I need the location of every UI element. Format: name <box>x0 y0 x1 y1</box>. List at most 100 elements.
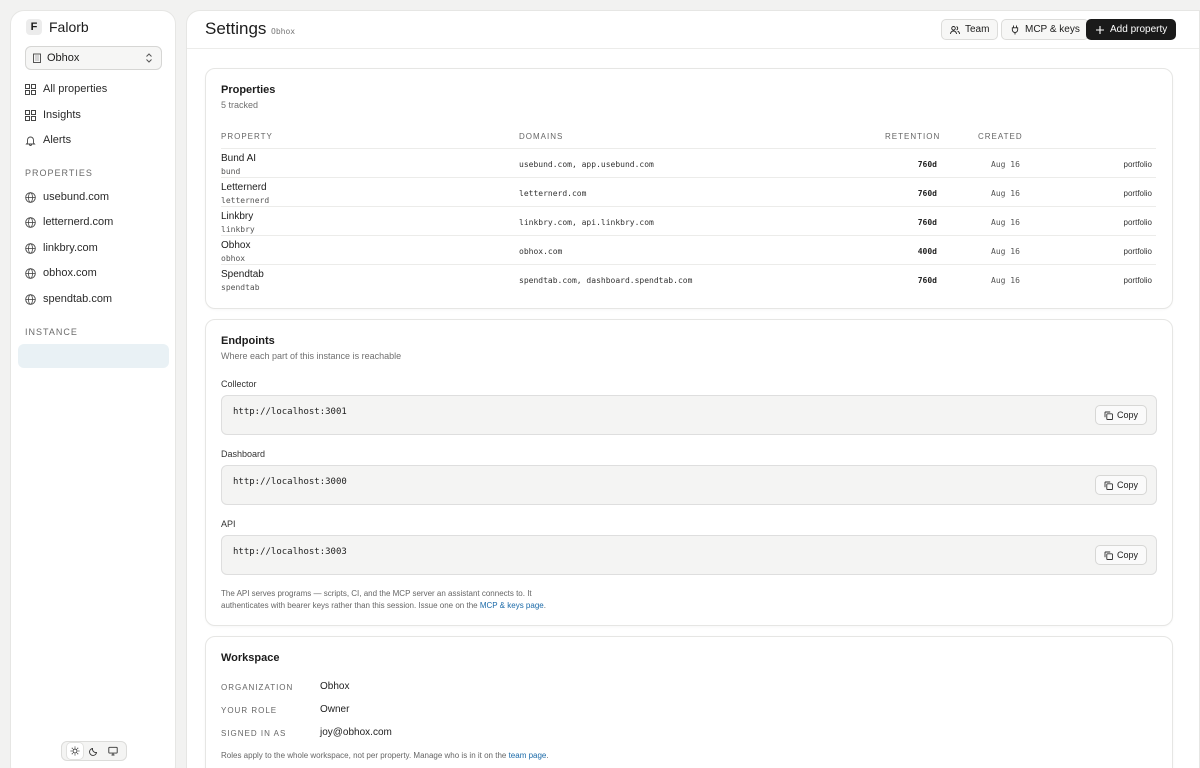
page-title: Settings <box>205 19 267 38</box>
globe-icon <box>25 267 36 279</box>
theme-dark-button[interactable] <box>86 743 102 759</box>
property-tag: portfolio <box>1123 218 1152 227</box>
property-created: Aug 16 <box>991 247 1020 256</box>
sidebar-property-label: letternerd.com <box>43 216 114 228</box>
endpoints-note-end: . <box>543 601 546 610</box>
workspace-key-signed-in: SIGNED IN AS <box>221 729 287 738</box>
moon-icon <box>89 747 98 756</box>
sun-icon <box>70 746 80 756</box>
org-select-value: Obhox <box>47 52 80 64</box>
table-row[interactable]: Letternerd letternerd letternerd.com 760… <box>221 177 1156 206</box>
workspace-value-role: Owner <box>320 704 350 715</box>
table-row[interactable]: Spendtab spendtab spendtab.com, dashboar… <box>221 264 1156 293</box>
endpoint-api-field[interactable]: http://localhost:3003 Copy <box>221 535 1157 575</box>
property-tag: portfolio <box>1123 276 1152 285</box>
endpoints-note: The API serves programs — scripts, CI, a… <box>221 588 551 612</box>
theme-system-button[interactable] <box>105 743 121 759</box>
copy-icon <box>1104 411 1113 420</box>
instance-item-active[interactable] <box>18 344 169 368</box>
copy-label: Copy <box>1116 410 1138 420</box>
copy-icon <box>1104 551 1113 560</box>
mcp-keys-page-link[interactable]: MCP & keys page <box>480 601 544 610</box>
property-tag: portfolio <box>1123 247 1152 256</box>
sidebar-property-linkbry[interactable]: linkbry.com <box>25 242 98 254</box>
property-slug: linkbry <box>221 225 255 234</box>
team-button[interactable]: Team <box>941 19 999 40</box>
property-retention: 760d <box>917 276 937 285</box>
sidebar-property-spendtab[interactable]: spendtab.com <box>25 293 112 305</box>
workspace-value-organization: Obhox <box>320 681 350 692</box>
mcp-keys-button[interactable]: MCP & keys <box>1001 19 1089 40</box>
sidebar-property-obhox[interactable]: obhox.com <box>25 267 97 279</box>
workspace-key-role: YOUR ROLE <box>221 706 278 715</box>
globe-icon <box>25 293 36 305</box>
property-slug: letternerd <box>221 196 270 205</box>
team-page-link[interactable]: team page <box>509 751 547 760</box>
mcp-keys-button-label: MCP & keys <box>1025 24 1080 35</box>
column-header-property: PROPERTY <box>221 132 273 141</box>
sidebar-property-label: obhox.com <box>43 267 97 279</box>
brand-logo: F <box>26 19 42 35</box>
endpoints-title: Endpoints <box>221 335 275 347</box>
nav-insights[interactable]: Insights <box>25 109 81 121</box>
instance-section-label: INSTANCE <box>25 327 78 337</box>
sidebar-property-label: usebund.com <box>43 191 110 203</box>
copy-dashboard-button[interactable]: Copy <box>1095 475 1147 495</box>
property-domains: usebund.com, app.usebund.com <box>519 160 654 169</box>
sidebar-property-label: spendtab.com <box>43 293 113 305</box>
property-created: Aug 16 <box>991 160 1020 169</box>
property-domains: spendtab.com, dashboard.spendtab.com <box>519 276 693 285</box>
endpoint-collector-field[interactable]: http://localhost:3001 Copy <box>221 395 1157 435</box>
table-row[interactable]: Bund AI bund usebund.com, app.usebund.co… <box>221 148 1156 177</box>
sidebar: F Falorb Obhox All properties Insights A… <box>10 10 176 768</box>
nav-label: Alerts <box>43 134 72 146</box>
properties-section-label: PROPERTIES <box>25 168 93 178</box>
column-header-retention: RETENTION <box>885 132 941 141</box>
globe-icon <box>25 216 36 228</box>
table-row[interactable]: Linkbry linkbry linkbry.com, api.linkbry… <box>221 206 1156 235</box>
copy-label: Copy <box>1116 480 1138 490</box>
sidebar-property-letternerd[interactable]: letternerd.com <box>25 216 113 228</box>
nav-alerts[interactable]: Alerts <box>25 134 71 146</box>
property-domains: letternerd.com <box>519 189 587 198</box>
workspace-note-text: Roles apply to the whole workspace, not … <box>221 751 507 760</box>
copy-icon <box>1104 481 1113 490</box>
copy-collector-button[interactable]: Copy <box>1095 405 1147 425</box>
bell-icon <box>25 136 36 146</box>
theme-light-button[interactable] <box>67 743 84 759</box>
properties-title: Properties <box>221 84 276 96</box>
table-row[interactable]: Obhox obhox obhox.com 400d Aug 16 portfo… <box>221 235 1156 264</box>
property-slug: obhox <box>221 254 246 263</box>
property-retention: 400d <box>917 247 937 256</box>
grid-icon <box>25 83 36 95</box>
plus-icon <box>1096 25 1104 34</box>
property-name: Obhox <box>221 240 251 251</box>
sidebar-property-usebund[interactable]: usebund.com <box>25 191 109 203</box>
globe-icon <box>25 242 36 254</box>
endpoint-value: http://localhost:3003 <box>233 547 347 557</box>
nav-label: Insights <box>43 109 81 121</box>
org-select[interactable]: Obhox <box>25 46 162 70</box>
endpoint-label-collector: Collector <box>221 379 257 389</box>
properties-count: 5 tracked <box>221 100 259 110</box>
copy-label: Copy <box>1116 550 1138 560</box>
copy-api-button[interactable]: Copy <box>1095 545 1147 565</box>
team-button-label: Team <box>965 24 990 35</box>
property-slug: bund <box>221 167 241 176</box>
nav-label: All properties <box>43 83 108 95</box>
property-domains: obhox.com <box>519 247 563 256</box>
add-property-button-label: Add property <box>1110 24 1168 35</box>
endpoints-card: Endpoints Where each part of this instan… <box>205 319 1173 626</box>
chevron-updown-icon <box>146 53 152 63</box>
property-created: Aug 16 <box>991 276 1020 285</box>
workspace-key-organization: ORGANIZATION <box>221 683 294 692</box>
users-icon <box>950 25 960 34</box>
brand[interactable]: F Falorb <box>26 19 89 35</box>
add-property-button[interactable]: Add property <box>1086 19 1177 40</box>
property-name: Bund AI <box>221 153 257 164</box>
nav-all-properties[interactable]: All properties <box>25 83 107 95</box>
globe-icon <box>25 191 36 203</box>
endpoint-dashboard-field[interactable]: http://localhost:3000 Copy <box>221 465 1157 505</box>
endpoint-value: http://localhost:3001 <box>233 407 347 417</box>
topbar: Settings Obhox Team MCP & keys Add prope… <box>187 11 1199 49</box>
